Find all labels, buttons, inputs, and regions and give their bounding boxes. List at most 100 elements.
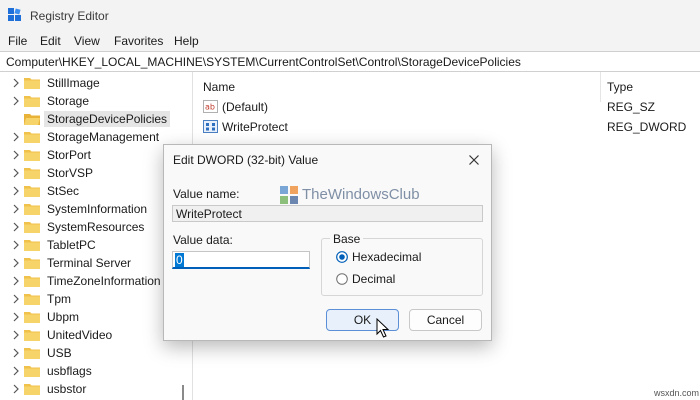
tree-item[interactable]: StillImage — [0, 74, 192, 92]
chevron-right-icon[interactable] — [11, 258, 21, 268]
chevron-right-icon[interactable] — [11, 240, 21, 250]
edit-dword-dialog: Edit DWORD (32-bit) Value Value name: Wr… — [163, 144, 492, 341]
close-icon[interactable] — [464, 151, 484, 169]
chevron-right-icon[interactable] — [11, 312, 21, 322]
tree-item-label: USB — [47, 346, 72, 360]
value-name-field[interactable]: WriteProtect — [172, 205, 483, 222]
tree-item-label: Tpm — [47, 292, 71, 306]
value-type: REG_DWORD — [607, 120, 687, 134]
tree-item-label: StorPort — [47, 148, 92, 162]
folder-icon — [24, 330, 40, 341]
menu-help[interactable]: Help — [174, 34, 199, 48]
value-name-label: Value name: — [173, 187, 240, 201]
watermark-logo — [280, 186, 298, 204]
tree-item-label: StorVSP — [47, 166, 94, 180]
column-header-name[interactable]: Name — [203, 80, 235, 94]
tree-item-label: Ubpm — [47, 310, 80, 324]
tree-item-label: usbstor — [47, 382, 87, 396]
folder-icon — [24, 204, 40, 215]
value-row[interactable]: WriteProtect REG_DWORD — [193, 117, 700, 137]
value-name: WriteProtect — [222, 120, 288, 134]
tree-item-label: SystemResources — [47, 220, 145, 234]
chevron-right-icon[interactable] — [11, 186, 21, 196]
tree-item-label: StillImage — [47, 76, 100, 90]
svg-text:ab: ab — [205, 103, 215, 112]
dialog-title: Edit DWORD (32-bit) Value — [173, 153, 319, 167]
cancel-button[interactable]: Cancel — [409, 309, 482, 331]
watermark-text: TheWindowsClub — [302, 186, 420, 203]
tree-item-label: UnitedVideo — [47, 328, 113, 342]
chevron-right-icon[interactable] — [11, 294, 21, 304]
folder-icon — [24, 78, 40, 89]
chevron-right-icon[interactable] — [11, 168, 21, 178]
chevron-right-icon[interactable] — [11, 222, 21, 232]
value-name: (Default) — [222, 100, 269, 114]
binary-value-icon — [203, 120, 218, 133]
title-bar: Registry Editor — [0, 0, 700, 31]
tree-item-label: StorageDevicePolicies — [44, 111, 171, 127]
value-row[interactable]: ab (Default) REG_SZ — [193, 97, 700, 117]
tree-item-label: TabletPC — [47, 238, 96, 252]
folder-icon — [24, 294, 40, 305]
tree-item[interactable]: usbstor — [0, 380, 192, 398]
folder-icon — [24, 150, 40, 161]
tree-item-label: Storage — [47, 94, 90, 108]
folder-icon — [24, 222, 40, 233]
folder-icon — [24, 348, 40, 359]
tree-item[interactable]: usbflags — [0, 362, 192, 380]
menu-file[interactable]: File — [8, 34, 27, 48]
column-header-type[interactable]: Type — [607, 80, 633, 94]
value-type: REG_SZ — [607, 100, 656, 114]
registry-editor-icon — [8, 8, 21, 21]
value-data-label: Value data: — [173, 233, 233, 247]
tree-item-label: TimeZoneInformation — [47, 274, 161, 288]
radio-hexadecimal[interactable] — [336, 251, 348, 263]
chevron-right-icon[interactable] — [11, 132, 21, 142]
chevron-right-icon[interactable] — [11, 384, 21, 394]
folder-icon — [24, 132, 40, 143]
tree-item-label: StSec — [47, 184, 80, 198]
chevron-right-icon[interactable] — [11, 366, 21, 376]
folder-icon — [24, 366, 40, 377]
folder-icon — [24, 276, 40, 287]
tree-item-label: usbflags — [47, 364, 92, 378]
folder-icon — [24, 168, 40, 179]
folder-icon — [24, 312, 40, 323]
open-folder-icon — [24, 114, 40, 125]
folder-icon — [24, 384, 40, 395]
chevron-right-icon[interactable] — [11, 204, 21, 214]
radio-decimal[interactable] — [336, 273, 348, 285]
value-name-text: WriteProtect — [176, 207, 242, 221]
chevron-right-icon[interactable] — [11, 96, 21, 106]
tree-item[interactable]: USB — [0, 344, 192, 362]
radio-decimal-label[interactable]: Decimal — [352, 272, 395, 286]
chevron-right-icon[interactable] — [11, 348, 21, 358]
tree-item-label: StorageManagement — [47, 130, 160, 144]
mouse-pointer-icon — [376, 318, 390, 338]
site-watermark: wsxdn.com — [654, 388, 700, 398]
chevron-right-icon[interactable] — [11, 276, 21, 286]
string-value-icon: ab — [203, 100, 218, 113]
address-path: Computer\HKEY_LOCAL_MACHINE\SYSTEM\Curre… — [6, 55, 521, 69]
tree-item-label: SystemInformation — [47, 202, 148, 216]
tree-scrollbar[interactable] — [182, 385, 184, 400]
chevron-right-icon[interactable] — [11, 150, 21, 160]
address-bar[interactable]: Computer\HKEY_LOCAL_MACHINE\SYSTEM\Curre… — [0, 51, 700, 72]
window-title: Registry Editor — [30, 9, 109, 23]
chevron-right-icon[interactable] — [11, 330, 21, 340]
menu-favorites[interactable]: Favorites — [114, 34, 163, 48]
value-data-input[interactable]: 0 — [172, 251, 310, 269]
base-group-label: Base — [330, 232, 364, 246]
menu-view[interactable]: View — [74, 34, 100, 48]
base-group — [321, 238, 483, 296]
tree-item-selected[interactable]: StorageDevicePolicies — [0, 110, 192, 128]
folder-icon — [24, 240, 40, 251]
chevron-right-icon[interactable] — [11, 78, 21, 88]
menu-bar: File Edit View Favorites Help — [0, 31, 700, 51]
folder-icon — [24, 258, 40, 269]
menu-edit[interactable]: Edit — [40, 34, 61, 48]
folder-icon — [24, 96, 40, 107]
value-data-text: 0 — [175, 253, 184, 267]
radio-hexadecimal-label[interactable]: Hexadecimal — [352, 250, 421, 264]
tree-item[interactable]: Storage — [0, 92, 192, 110]
